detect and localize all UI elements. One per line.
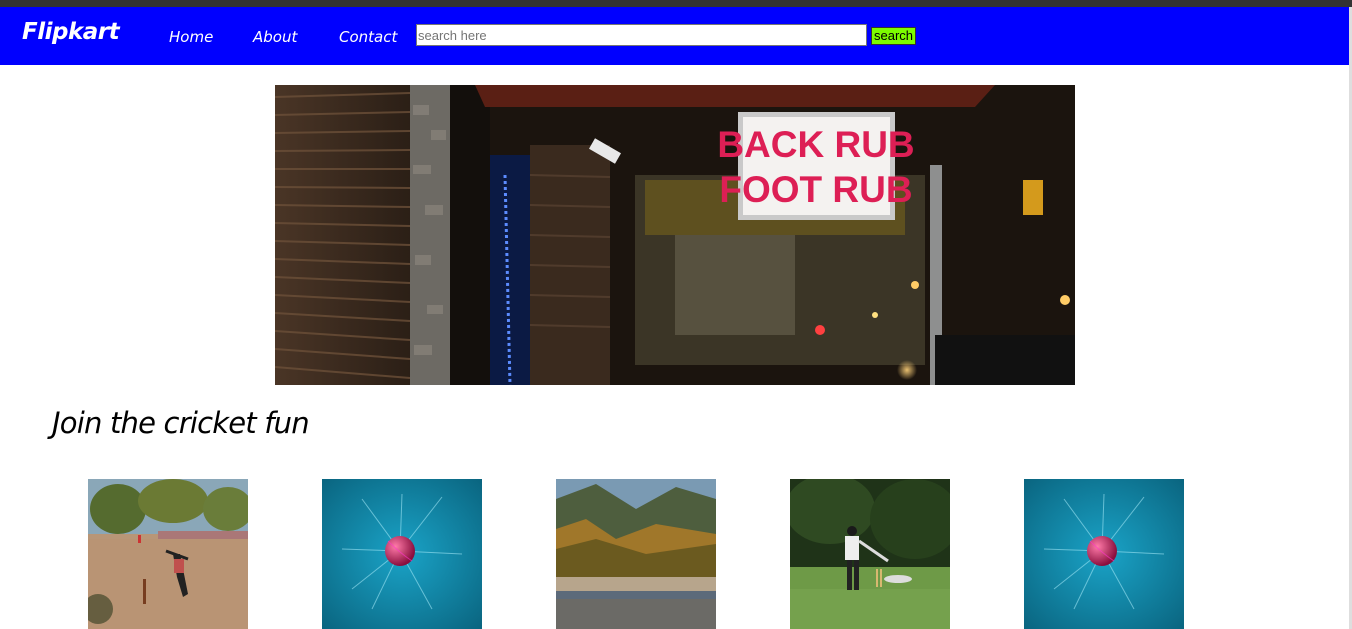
hero-image: BACK RUB FOOT RUB <box>275 85 1075 385</box>
gallery-image-batsman[interactable] <box>790 479 950 629</box>
hero-banner: BACK RUB FOOT RUB <box>275 85 1075 385</box>
logo[interactable]: Flipkart <box>22 19 120 45</box>
gallery-image-cricket-ball-2[interactable] <box>1024 479 1184 629</box>
nav-link-contact[interactable]: Contact <box>339 28 397 46</box>
search-button[interactable]: search <box>871 27 917 45</box>
gallery-image-lake-forest[interactable] <box>556 479 716 629</box>
section-title: Join the cricket fun <box>52 406 310 440</box>
nav-link-home[interactable]: Home <box>169 28 213 46</box>
gallery-image-cricket-field[interactable] <box>88 479 248 629</box>
browser-top-strip <box>0 0 1352 7</box>
gallery-image-cricket-ball-1[interactable] <box>322 479 482 629</box>
sign-line-1: BACK RUB <box>717 124 914 165</box>
sign-line-2: FOOT RUB <box>719 169 912 210</box>
navbar: Flipkart Home About Contact search <box>0 7 1349 65</box>
nav-link-about[interactable]: About <box>253 28 297 46</box>
search-input[interactable] <box>416 24 867 46</box>
